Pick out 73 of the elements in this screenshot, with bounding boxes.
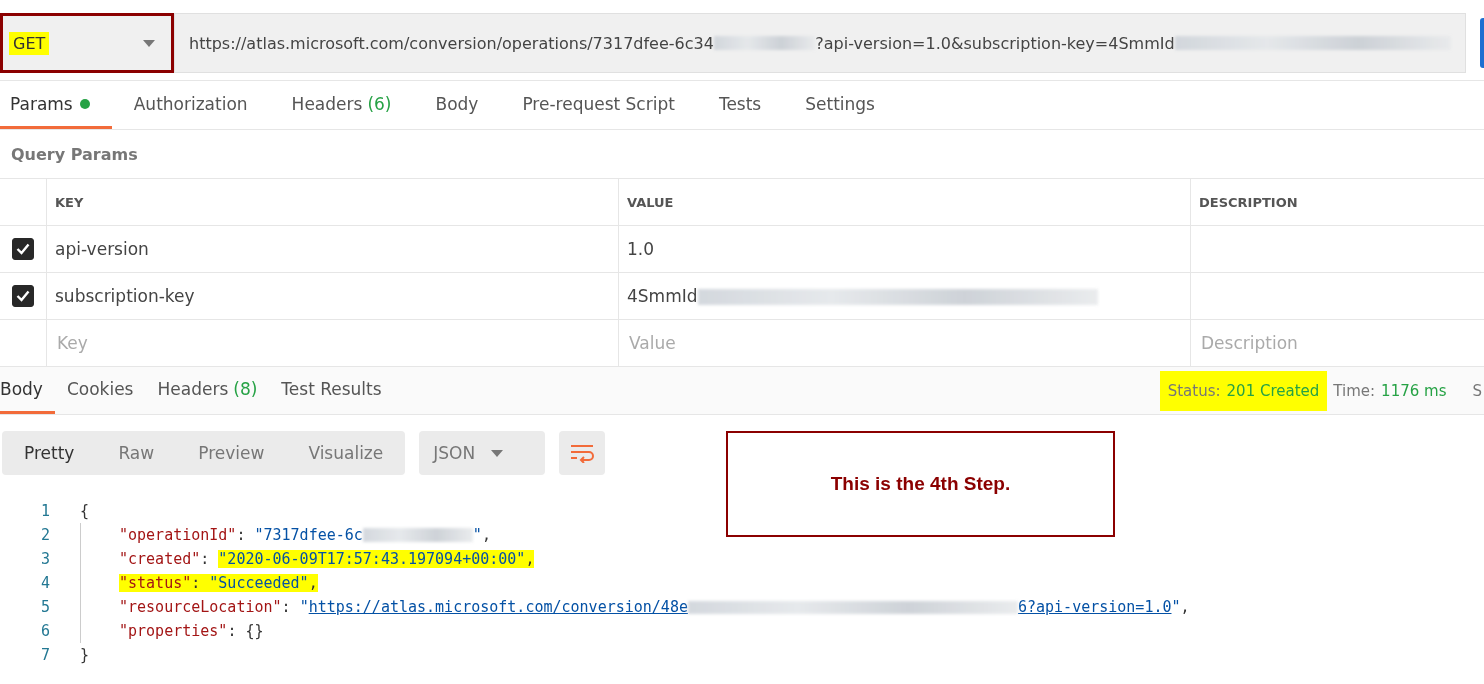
checkmark-icon [16,290,30,302]
json-punctuation: } [80,646,90,664]
line-number: 1 [39,502,51,520]
line-number: 3 [39,550,51,568]
view-tab[interactable]: Raw [96,431,177,475]
json-string: "Succeeded" [209,574,309,592]
json-punctuation: : [200,550,211,568]
request-tab[interactable]: Authorization [111,81,270,129]
status-label: Status: [1167,381,1221,400]
request-tab[interactable]: Tests [696,81,784,129]
json-punctuation: : [281,598,292,616]
json-string: " [472,526,482,544]
column-header: VALUE [619,179,1191,225]
input-field[interactable]: Description [1199,333,1484,353]
response-tab[interactable]: Test Results [269,367,394,414]
checkbox[interactable] [12,238,34,260]
input-field[interactable]: Value [627,333,1190,353]
request-tab[interactable]: Params [0,81,112,129]
wrap-lines-button[interactable] [559,431,606,475]
json-string: "7317dfee-6c [254,526,363,544]
json-key: "status" [119,574,192,592]
line-number: 7 [39,646,51,664]
size-label: S [1472,381,1482,400]
line-number: 2 [39,526,51,544]
request-tab[interactable]: Pre-request Script [500,81,697,129]
wrap-lines-icon [570,443,595,463]
time-label: Time: [1333,381,1376,400]
time-value: 1176 ms [1381,381,1447,400]
line-number: 6 [39,622,51,640]
url-field[interactable]: https://atlas.microsoft.com/conversion/operations/7317dfee-6c34 ?api-version=1.0&subscription-key=4SmmId [174,13,1466,73]
json-punctuation: , [525,550,535,568]
column-header: DESCRIPTION [1198,193,1299,212]
json-string: " [1171,598,1181,616]
json-punctuation: , [481,526,491,544]
response-tab[interactable]: Cookies [54,367,146,414]
json-key: "properties" [119,622,228,640]
caret-icon [143,39,155,47]
request-tab[interactable]: Headers (6) [269,81,414,129]
line-number: 4 [39,574,51,592]
request-tab[interactable]: Body [413,81,501,129]
request-tab[interactable]: Settings [783,81,897,129]
json-string: "2020-06-09T17:57:43.197094+00:00" [218,550,526,568]
response-tab[interactable]: Body [0,367,55,414]
json-punctuation: , [308,574,318,592]
checkbox[interactable] [12,285,34,307]
caret-icon [491,449,504,457]
response-tab[interactable]: Headers (8) [145,367,270,414]
column-header: KEY [47,179,619,225]
json-key: "operationId" [119,526,237,544]
input-field[interactable]: Key [55,333,618,353]
method-dropdown[interactable]: GET [0,13,174,73]
view-tab[interactable]: Visualize [286,431,406,475]
checkmark-icon [16,243,30,255]
json-punctuation: : [191,574,210,592]
line-number: 5 [39,598,51,616]
view-tab[interactable]: Preview [176,431,287,475]
section-title: Query Params [0,130,1484,179]
json-punctuation: { [80,502,90,520]
table-cell: 4SmmId [627,286,1098,306]
json-punctuation: , [1180,598,1190,616]
table-cell: api-version [47,226,619,272]
json-string: " [299,598,309,616]
format-dropdown[interactable]: JSON [419,431,546,475]
json-key: "resourceLocation" [119,598,282,616]
annotation-text: This is the 4th Step. [830,473,1011,495]
status-value: 201 Created [1226,381,1320,400]
url-link[interactable]: https://atlas.microsoft.com/conversion/48e 6?api-version=1.0 [308,598,1172,616]
json-punctuation: : [236,526,247,544]
view-tab[interactable]: Pretty [2,431,97,475]
table-cell: subscription-key [47,273,619,319]
json-punctuation: : {} [227,622,264,640]
json-key: "created" [119,550,201,568]
table-cell: 1.0 [627,239,655,259]
